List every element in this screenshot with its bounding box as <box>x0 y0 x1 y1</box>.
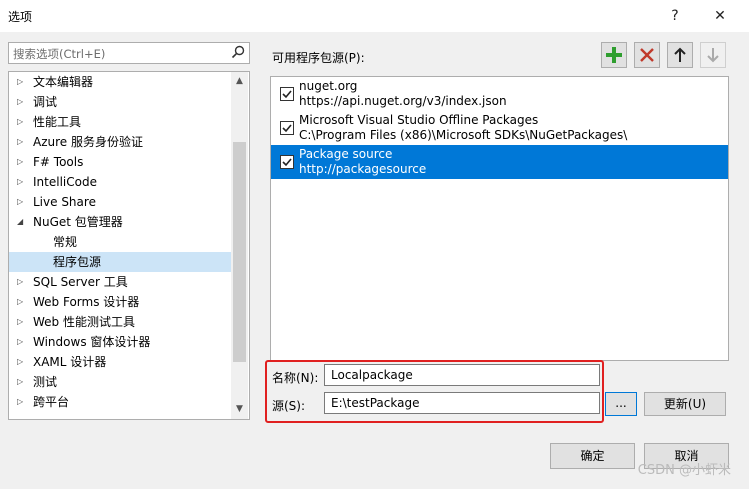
expand-icon[interactable]: ▷ <box>17 312 23 332</box>
close-button[interactable]: ✕ <box>705 4 735 28</box>
expand-icon[interactable]: ▷ <box>17 112 23 132</box>
tree-item-label: XAML 设计器 <box>33 355 107 369</box>
expand-icon[interactable]: ▷ <box>17 272 23 292</box>
search-placeholder: 搜索选项(Ctrl+E) <box>13 47 106 61</box>
expand-icon[interactable]: ▷ <box>17 132 23 152</box>
source-url: http://packagesource <box>299 162 427 176</box>
checkmark-icon <box>282 124 292 133</box>
expand-icon[interactable]: ▷ <box>17 292 23 312</box>
expand-icon[interactable]: ▷ <box>17 332 23 352</box>
highlight-box <box>265 360 604 423</box>
source-row[interactable]: Microsoft Visual Studio Offline Packages… <box>271 111 728 145</box>
tree-item-label: 性能工具 <box>33 115 82 129</box>
tree-item-test[interactable]: ▷ 测试 <box>9 372 231 392</box>
expand-icon[interactable]: ▷ <box>17 92 23 112</box>
package-source-list: nuget.org https://api.nuget.org/v3/index… <box>270 76 729 361</box>
tree-item-nuget[interactable]: ◢ NuGet 包管理器 <box>9 212 231 232</box>
expand-icon[interactable]: ▷ <box>17 372 23 392</box>
help-button[interactable]: ? <box>660 4 690 28</box>
source-name: Microsoft Visual Studio Offline Packages <box>299 113 539 127</box>
tree-item-azure-auth[interactable]: ▷ Azure 服务身份验证 <box>9 132 231 152</box>
tree-item-label: 常规 <box>53 235 78 249</box>
tree-item-label: Web 性能测试工具 <box>33 315 135 329</box>
source-name: nuget.org <box>299 79 358 93</box>
plus-icon <box>606 47 622 63</box>
source-url: https://api.nuget.org/v3/index.json <box>299 94 507 108</box>
search-icon[interactable] <box>231 45 245 59</box>
tree-item-label: 文本编辑器 <box>33 75 94 89</box>
tree-item-xaml-designer[interactable]: ▷ XAML 设计器 <box>9 352 231 372</box>
watermark: CSDN @小虾米 <box>637 463 731 478</box>
tree-item-intellicode[interactable]: ▷ IntelliCode <box>9 172 231 192</box>
delete-icon <box>640 48 654 62</box>
source-url: C:\Program Files (x86)\Microsoft SDKs\Nu… <box>299 128 628 142</box>
scrollbar-thumb[interactable] <box>233 142 246 362</box>
title-bar: 选项 ? ✕ <box>0 0 749 32</box>
tree-item-label: 测试 <box>33 375 58 389</box>
source-checkbox[interactable] <box>280 87 294 101</box>
update-button[interactable]: 更新(U) <box>644 392 726 416</box>
sources-label: 可用程序包源(P): <box>272 51 365 65</box>
browse-button[interactable]: ... <box>605 392 637 416</box>
tree-item-package-sources[interactable]: 程序包源 <box>9 252 231 272</box>
tree-item-label: NuGet 包管理器 <box>33 215 123 229</box>
tree-item-nuget-general[interactable]: 常规 <box>9 232 231 252</box>
tree-item-label: 跨平台 <box>33 395 70 409</box>
tree-item-label: Azure 服务身份验证 <box>33 135 143 149</box>
tree-item-sql-server-tools[interactable]: ▷ SQL Server 工具 <box>9 272 231 292</box>
search-input[interactable]: 搜索选项(Ctrl+E) <box>8 42 250 64</box>
options-tree: ▷ 文本编辑器 ▷ 调试 ▷ 性能工具 ▷ Azure 服务身份验证 ▷ F# Tools… <box>8 71 250 420</box>
scroll-down-icon[interactable]: ▼ <box>231 402 248 416</box>
expand-icon[interactable]: ▷ <box>17 192 23 212</box>
add-source-button[interactable] <box>601 42 627 68</box>
tree-item-debugging[interactable]: ▷ 调试 <box>9 92 231 112</box>
move-down-button[interactable] <box>700 42 726 68</box>
expand-icon[interactable]: ▷ <box>17 152 23 172</box>
remove-source-button[interactable] <box>634 42 660 68</box>
arrow-up-icon <box>674 47 686 62</box>
tree-item-web-perf-test[interactable]: ▷ Web 性能测试工具 <box>9 312 231 332</box>
tree-item-performance-tools[interactable]: ▷ 性能工具 <box>9 112 231 132</box>
source-checkbox[interactable] <box>280 121 294 135</box>
expand-icon[interactable]: ▷ <box>17 352 23 372</box>
tree-item-label: 程序包源 <box>53 255 102 269</box>
expand-icon[interactable]: ▷ <box>17 172 23 192</box>
tree-item-label: 调试 <box>33 95 58 109</box>
tree-item-web-forms-designer[interactable]: ▷ Web Forms 设计器 <box>9 292 231 312</box>
scroll-up-icon[interactable]: ▲ <box>231 74 248 88</box>
tree-item-text-editor[interactable]: ▷ 文本编辑器 <box>9 72 231 92</box>
tree-item-label: SQL Server 工具 <box>33 275 128 289</box>
tree-item-fsharp-tools[interactable]: ▷ F# Tools <box>9 152 231 172</box>
expand-icon[interactable]: ▷ <box>17 72 23 92</box>
source-name: Package source <box>299 147 393 161</box>
checkmark-icon <box>282 158 292 167</box>
expand-icon[interactable]: ▷ <box>17 392 23 412</box>
tree-item-live-share[interactable]: ▷ Live Share <box>9 192 231 212</box>
source-row[interactable]: nuget.org https://api.nuget.org/v3/index… <box>271 77 728 111</box>
tree-item-winforms-designer[interactable]: ▷ Windows 窗体设计器 <box>9 332 231 352</box>
collapse-icon[interactable]: ◢ <box>17 212 23 232</box>
move-up-button[interactable] <box>667 42 693 68</box>
ok-button[interactable]: 确定 <box>550 443 635 469</box>
tree-item-label: IntelliCode <box>33 175 97 189</box>
source-row-selected[interactable]: Package source http://packagesource <box>271 145 728 179</box>
tree-item-label: Live Share <box>33 195 96 209</box>
window-title: 选项 <box>8 10 33 24</box>
tree-scrollbar[interactable]: ▲ ▼ <box>231 72 248 419</box>
tree-item-cross-platform[interactable]: ▷ 跨平台 <box>9 392 231 412</box>
tree-item-label: Web Forms 设计器 <box>33 295 140 309</box>
arrow-down-icon <box>707 48 719 63</box>
source-checkbox[interactable] <box>280 155 294 169</box>
tree-item-label: Windows 窗体设计器 <box>33 335 151 349</box>
tree-item-label: F# Tools <box>33 155 84 169</box>
checkmark-icon <box>282 90 292 99</box>
